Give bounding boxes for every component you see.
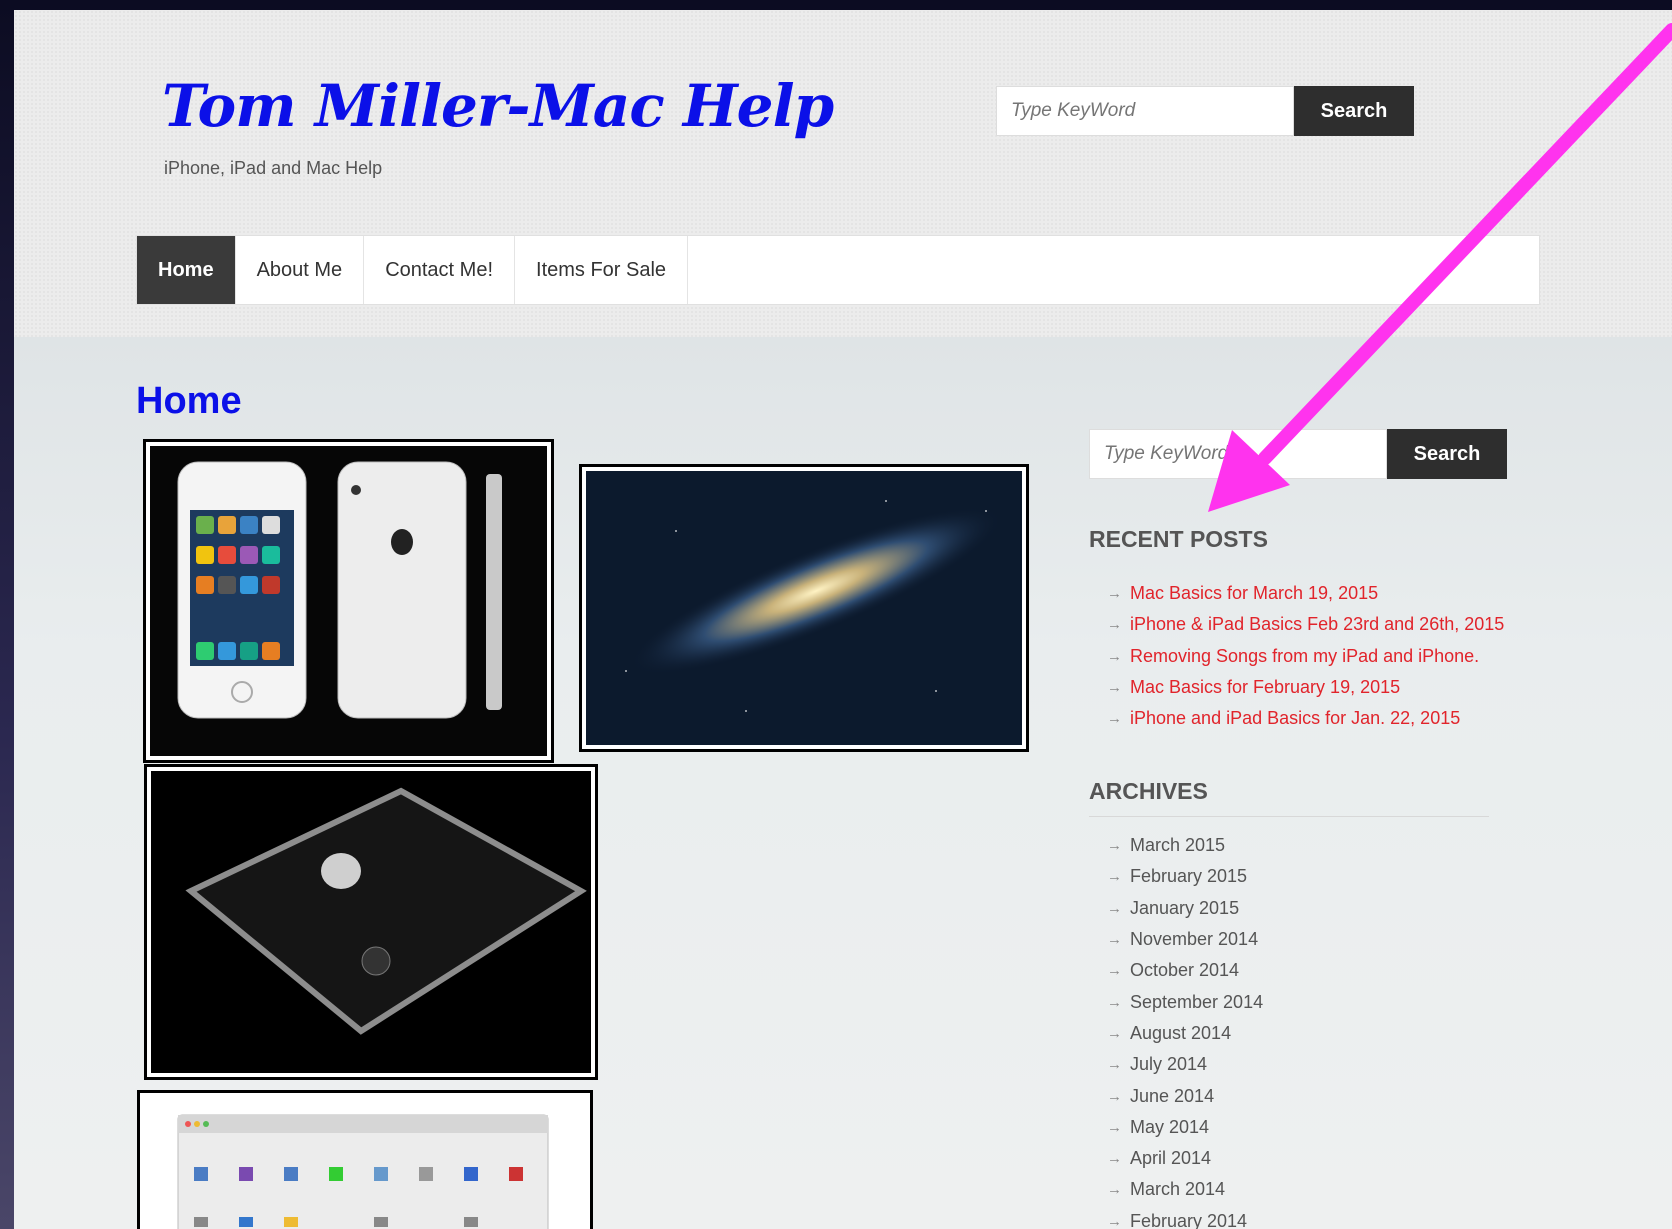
annotation-arrow-icon	[1208, 23, 1672, 512]
